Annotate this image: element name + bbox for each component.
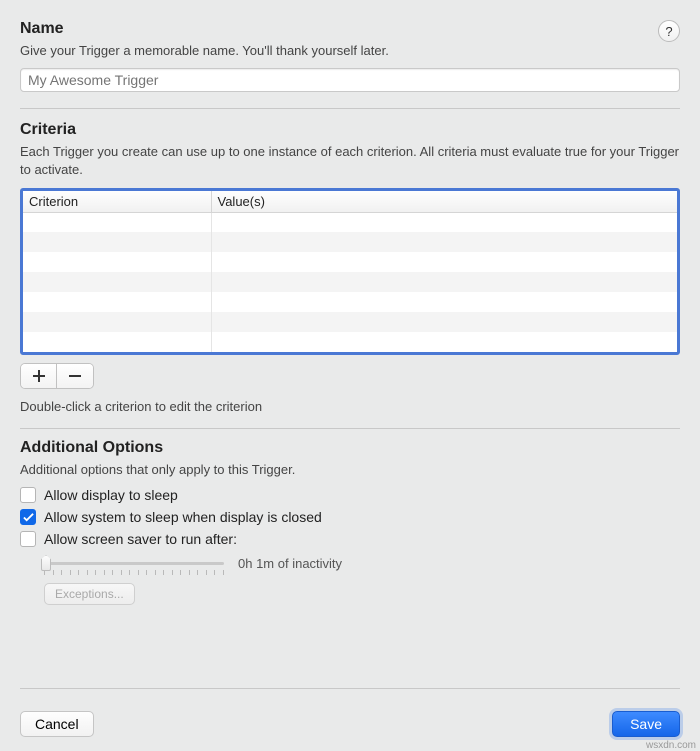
table-row[interactable] [23,272,677,292]
allow-system-sleep-checkbox[interactable] [20,509,36,525]
remove-criterion-button[interactable] [57,364,93,388]
inactivity-slider[interactable] [44,553,224,573]
options-description: Additional options that only apply to th… [20,461,680,479]
table-row[interactable] [23,212,677,232]
plus-icon [33,370,45,382]
allow-screensaver-checkbox[interactable] [20,531,36,547]
criteria-hint: Double-click a criterion to edit the cri… [20,399,680,414]
options-title: Additional Options [20,439,680,457]
check-icon [23,512,34,523]
name-description: Give your Trigger a memorable name. You'… [20,42,680,60]
allow-display-sleep-label: Allow display to sleep [44,487,178,503]
column-header-criterion[interactable]: Criterion [23,191,211,213]
criteria-title: Criteria [20,121,680,139]
help-button[interactable]: ? [658,20,680,42]
table-row[interactable] [23,292,677,312]
exceptions-button: Exceptions... [44,583,135,605]
add-criterion-button[interactable] [21,364,57,388]
table-row[interactable] [23,252,677,272]
allow-screensaver-label: Allow screen saver to run after: [44,531,237,547]
question-icon: ? [665,24,672,39]
criteria-table[interactable]: Criterion Value(s) [20,188,680,356]
criteria-add-remove-group [20,363,94,389]
cancel-button[interactable]: Cancel [20,711,94,737]
column-header-values[interactable]: Value(s) [211,191,677,213]
slider-knob[interactable] [41,555,51,571]
minus-icon [69,370,81,382]
allow-display-sleep-checkbox[interactable] [20,487,36,503]
table-row[interactable] [23,312,677,332]
criteria-description: Each Trigger you create can use up to on… [20,143,680,179]
watermark: wsxdn.com [646,740,696,751]
allow-system-sleep-label: Allow system to sleep when display is cl… [44,509,322,525]
table-row[interactable] [23,232,677,252]
name-title: Name [20,20,64,38]
table-row[interactable] [23,332,677,352]
trigger-name-input[interactable] [20,68,680,92]
save-button[interactable]: Save [612,711,680,737]
inactivity-value-label: 0h 1m of inactivity [238,556,342,571]
